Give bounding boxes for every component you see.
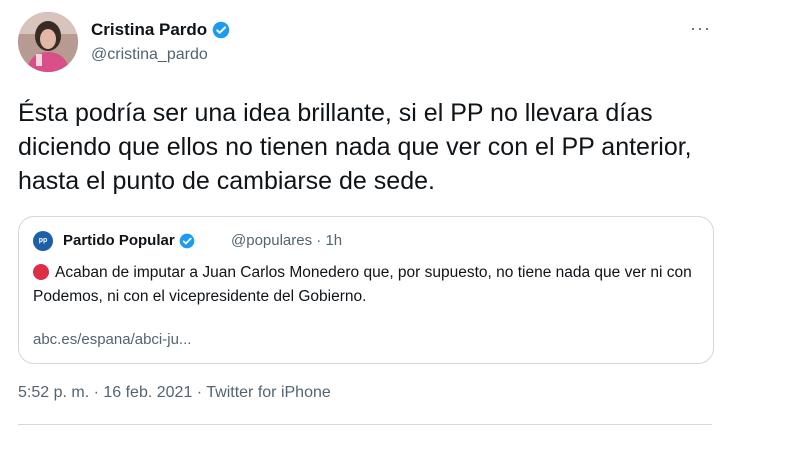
verified-badge-icon — [212, 21, 230, 39]
divider — [18, 424, 712, 425]
red-circle-icon — [33, 264, 49, 280]
profile-photo — [18, 12, 78, 72]
quoted-author-name-text[interactable]: Partido Popular — [63, 232, 175, 250]
author-avatar[interactable] — [18, 12, 78, 72]
quoted-handle-time[interactable]: @populares · 1h — [231, 232, 342, 250]
quoted-tweet[interactable]: pp Partido Popular @populares · 1h Acaba… — [18, 216, 714, 364]
author-name[interactable]: Cristina Pardo — [91, 20, 230, 40]
verified-badge-icon — [179, 233, 195, 249]
tweet-text: Ésta podría ser una idea brillante, si e… — [18, 99, 692, 195]
quoted-avatar[interactable]: pp — [33, 231, 53, 251]
more-options-icon[interactable]: ··· — [690, 18, 714, 38]
quoted-link[interactable]: abc.es/espana/abci-ju... — [33, 331, 191, 349]
author-name-text[interactable]: Cristina Pardo — [91, 20, 207, 40]
quoted-tweet-text: Acaban de imputar a Juan Carlos Monedero… — [33, 261, 703, 309]
author-handle[interactable]: @cristina_pardo — [91, 45, 208, 65]
tweet-timestamp[interactable]: 5:52 p. m. · 16 feb. 2021 · Twitter for … — [18, 383, 331, 403]
quoted-author-name[interactable]: Partido Popular — [63, 232, 195, 250]
quoted-tweet-body: Acaban de imputar a Juan Carlos Monedero… — [33, 264, 692, 305]
